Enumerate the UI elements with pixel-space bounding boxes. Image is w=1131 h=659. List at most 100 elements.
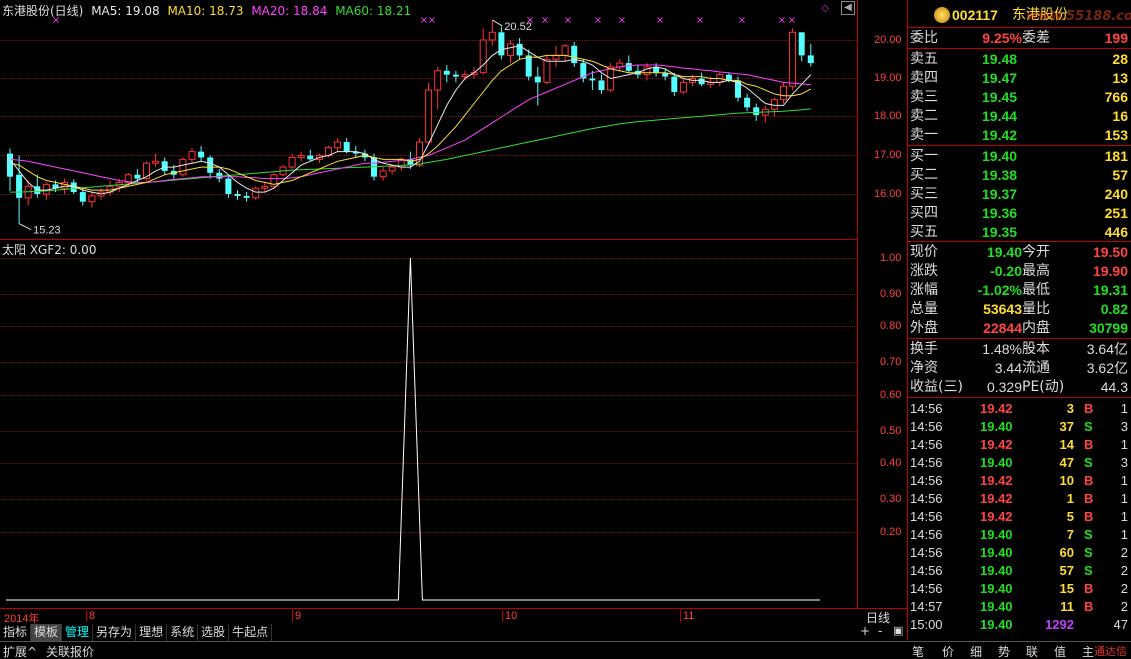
tick-row[interactable]: 14:56 19.42 3 B 1	[908, 400, 1131, 418]
stat-label: 量比	[1022, 301, 1050, 317]
tick-row[interactable]: 14:56 19.42 14 B 1	[908, 436, 1131, 454]
bid-row[interactable]: 买二 19.38 57	[908, 166, 1131, 184]
xgf2-indicator-plot	[6, 257, 820, 601]
bid-row[interactable]: 买三 19.37 240	[908, 185, 1131, 203]
tick-row[interactable]: 14:57 19.40 11 B 2	[908, 598, 1131, 616]
tick-row[interactable]: 14:56 19.40 15 B 2	[908, 580, 1131, 598]
fundamental-row: 收益(三) 0.329 PE(动) 44.3	[908, 378, 1131, 396]
y-tick: 20.00	[874, 34, 902, 46]
tick-volume: 15	[1059, 581, 1074, 596]
toolbar-save-as[interactable]: 另存为	[93, 623, 137, 641]
tick-count: 2	[1120, 545, 1128, 560]
zoom-out-button[interactable]: -	[878, 624, 882, 638]
candle	[16, 155, 23, 224]
stat-value: 53643	[983, 301, 1022, 317]
y-tick: 0.40	[880, 457, 902, 469]
tick-row[interactable]: 14:56 19.42 10 B 1	[908, 472, 1131, 490]
candle	[34, 174, 41, 198]
ask-row[interactable]: 卖四 19.47 13	[908, 69, 1131, 87]
xgf2-line	[6, 257, 820, 601]
bid-price: 19.36	[982, 205, 1018, 221]
tick-direction: S	[1084, 527, 1093, 542]
tick-direction: S	[1084, 419, 1093, 434]
fund-value: 3.64亿	[1086, 341, 1128, 357]
indicator-y-axis: 1.00 0.90 0.80 0.70 0.60 0.50 0.40 0.30 …	[858, 240, 907, 608]
candle	[379, 167, 387, 181]
zoom-in-button[interactable]: +	[860, 624, 870, 638]
toolbar-manage[interactable]: 管理	[62, 623, 94, 641]
tick-count: 1	[1120, 401, 1128, 416]
signal-marker: ×	[778, 15, 786, 26]
fund-label: 收益(三)	[910, 379, 963, 395]
ask-row[interactable]: 卖五 19.48 28	[908, 50, 1131, 68]
fund-label: 股本	[1022, 341, 1050, 357]
toolbar-bull-start[interactable]: 牛起点	[229, 623, 273, 641]
tick-row[interactable]: 14:56 19.40 37 S 3	[908, 418, 1131, 436]
candle	[225, 174, 232, 198]
tab-detail[interactable]: 细	[970, 643, 982, 659]
tick-price: 19.40	[980, 527, 1013, 542]
ma10-line	[9, 54, 812, 191]
expand-button[interactable]: 扩展^	[3, 643, 37, 659]
candle	[198, 145, 205, 162]
tab-trend[interactable]: 势	[998, 643, 1010, 659]
toolbar-stock-pick[interactable]: 选股	[198, 623, 230, 641]
tab-price[interactable]: 价	[942, 643, 954, 659]
tick-row[interactable]: 14:56 19.40 57 S 2	[908, 562, 1131, 580]
candle	[443, 65, 450, 83]
ask-row[interactable]: 卖二 19.44 16	[908, 107, 1131, 125]
candle	[234, 190, 241, 200]
bid-volume: 446	[1104, 224, 1128, 240]
tick-count: 2	[1120, 599, 1128, 614]
toolbar-template[interactable]: 模板	[31, 623, 63, 641]
candle	[161, 157, 168, 175]
related-quote-button[interactable]: 关联报价	[46, 643, 94, 659]
toolbar-ideal[interactable]: 理想	[136, 623, 168, 641]
tick-price: 19.40	[980, 599, 1013, 614]
stat-row: 外盘 22844 内盘 30799	[908, 319, 1131, 337]
tick-time: 14:56	[910, 581, 943, 596]
candle	[571, 41, 578, 67]
collapse-button[interactable]: ▣	[893, 624, 903, 637]
stat-label: 最低	[1022, 282, 1050, 298]
signal-marker: ×	[696, 15, 704, 26]
candle	[252, 186, 260, 200]
ask-row[interactable]: 卖三 19.45 766	[908, 88, 1131, 106]
candle	[525, 49, 532, 81]
candle	[188, 147, 196, 164]
tick-row[interactable]: 15:00 19.40 1292 47	[908, 616, 1131, 634]
candle	[88, 192, 96, 208]
y-tick: 1.00	[880, 252, 902, 264]
bid-level-label: 买二	[910, 167, 938, 183]
bid-row[interactable]: 买一 19.40 181	[908, 147, 1131, 165]
tick-price: 19.40	[980, 545, 1013, 560]
candle	[388, 165, 396, 175]
tab-value[interactable]: 值	[1054, 643, 1066, 659]
tick-time: 14:56	[910, 473, 943, 488]
tab-link[interactable]: 联	[1026, 643, 1038, 659]
y-tick: 0.80	[880, 320, 902, 332]
tab-ticks[interactable]: 笔	[912, 643, 924, 659]
candle	[770, 97, 778, 117]
candle	[307, 149, 314, 162]
bid-row[interactable]: 买五 19.35 446	[908, 223, 1131, 241]
main-y-axis: 20.00 19.00 18.00 17.00 16.00	[858, 0, 907, 240]
tick-price: 19.42	[980, 509, 1013, 524]
bid-row[interactable]: 买四 19.36 251	[908, 204, 1131, 222]
tick-row[interactable]: 14:56 19.42 5 B 1	[908, 508, 1131, 526]
tab-main[interactable]: 主	[1082, 643, 1094, 659]
tick-row[interactable]: 14:56 19.40 60 S 2	[908, 544, 1131, 562]
tick-price: 19.40	[980, 455, 1013, 470]
candle	[679, 78, 687, 94]
bid-level-label: 买四	[910, 205, 938, 221]
tick-volume: 47	[1059, 455, 1074, 470]
ask-row[interactable]: 卖一 19.42 153	[908, 126, 1131, 144]
tick-row[interactable]: 14:56 19.42 1 B 1	[908, 490, 1131, 508]
tick-price: 19.42	[980, 491, 1013, 506]
bid-price: 19.38	[982, 167, 1018, 183]
tick-row[interactable]: 14:56 19.40 7 S 1	[908, 526, 1131, 544]
toolbar-indicator[interactable]: 指标	[0, 623, 32, 641]
toolbar-system[interactable]: 系统	[167, 623, 199, 641]
candle	[616, 59, 624, 71]
tick-row[interactable]: 14:56 19.40 47 S 3	[908, 454, 1131, 472]
